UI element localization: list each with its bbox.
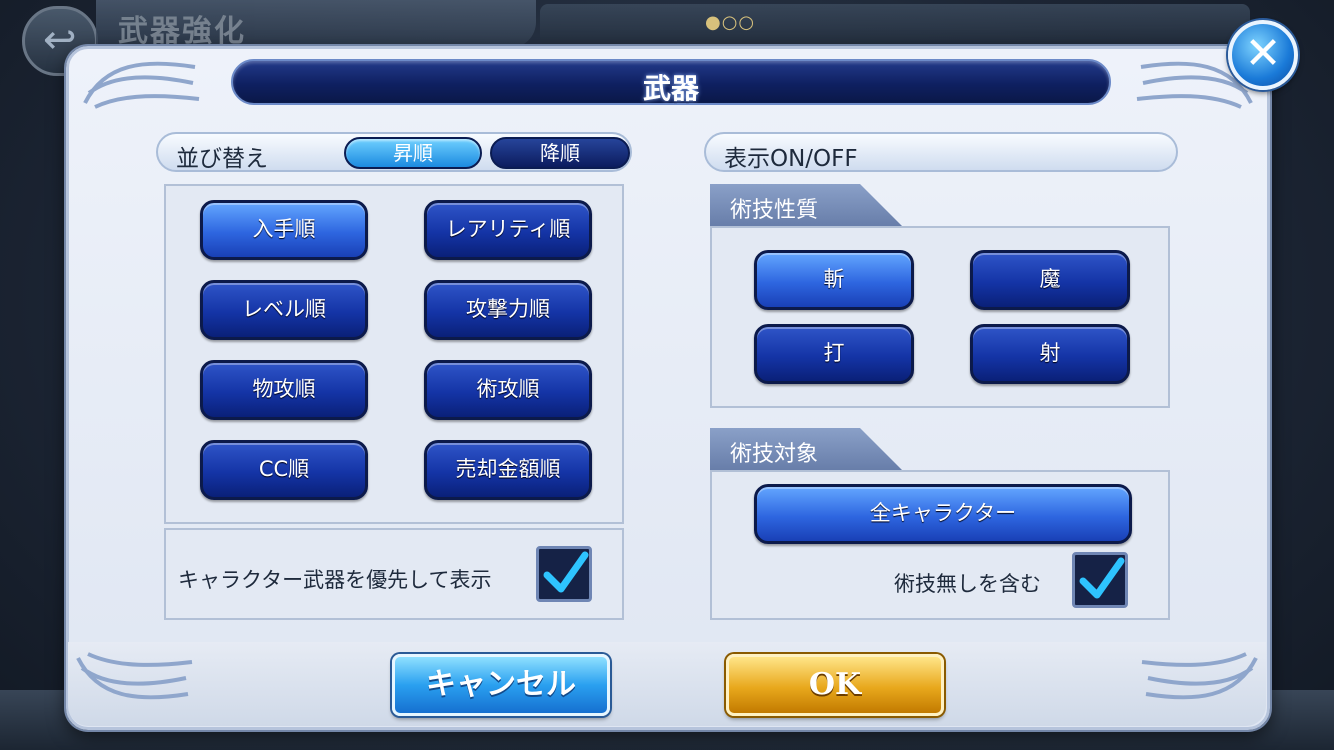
priority-checkbox[interactable] [536, 546, 592, 602]
sort-header-label: 並び替え [176, 146, 268, 172]
attribute-magic-button[interactable]: 魔 [970, 250, 1130, 310]
page-dots: ●○○ [705, 12, 756, 33]
sort-acquired-button[interactable]: 入手順 [200, 200, 368, 260]
resource-bar [540, 4, 1250, 46]
attribute-shoot-button[interactable]: 射 [970, 324, 1130, 384]
attribute-tab: 術技性質 [710, 184, 904, 228]
ornament-bottom-right [1136, 648, 1266, 708]
include-no-arte-label: 術技無しを含む [894, 572, 1041, 596]
close-icon: ✕ [1244, 28, 1282, 79]
target-panel: 全キャラクター 術技無しを含む [710, 470, 1170, 620]
dialog-footer: キャンセル OK [68, 642, 1266, 726]
dialog-title-bar: 武器 [231, 59, 1111, 105]
ornament-top-left [75, 53, 205, 113]
sort-attack-button[interactable]: 攻撃力順 [424, 280, 592, 340]
cancel-button[interactable]: キャンセル [392, 654, 610, 716]
priority-label: キャラクター武器を優先して表示 [178, 568, 492, 592]
display-header: 表示ON/OFF [704, 132, 1178, 172]
descending-button[interactable]: 降順 [490, 137, 630, 169]
all-characters-button[interactable]: 全キャラクター [754, 484, 1132, 544]
target-tab-label: 術技対象 [730, 442, 819, 467]
sort-options-panel: 入手順 レアリティ順 レベル順 攻撃力順 物攻順 術攻順 CC順 売却金額順 [164, 184, 624, 524]
attribute-tab-label: 術技性質 [730, 198, 819, 223]
sort-arte-attack-button[interactable]: 術攻順 [424, 360, 592, 420]
dialog-title: 武器 [642, 72, 699, 105]
dialog-content: 並び替え 昇順 降順 入手順 レアリティ順 レベル順 攻撃力順 物攻順 術攻順 … [68, 112, 1266, 642]
sort-physical-attack-button[interactable]: 物攻順 [200, 360, 368, 420]
screen-title-bar: 武器強化 [96, 0, 536, 49]
sort-header: 並び替え 昇順 降順 [156, 132, 632, 172]
include-no-arte-checkbox[interactable] [1072, 552, 1128, 608]
priority-panel: キャラクター武器を優先して表示 [164, 528, 624, 620]
sort-sell-price-button[interactable]: 売却金額順 [424, 440, 592, 500]
attribute-strike-button[interactable]: 打 [754, 324, 914, 384]
target-tab: 術技対象 [710, 428, 904, 472]
display-header-label: 表示ON/OFF [724, 146, 858, 172]
check-icon [543, 551, 589, 593]
sort-rarity-button[interactable]: レアリティ順 [424, 200, 592, 260]
sort-cc-button[interactable]: CC順 [200, 440, 368, 500]
attribute-panel: 斬 魔 打 射 [710, 226, 1170, 408]
ornament-bottom-left [68, 648, 198, 708]
ascending-button[interactable]: 昇順 [344, 137, 482, 169]
sort-level-button[interactable]: レベル順 [200, 280, 368, 340]
ok-button[interactable]: OK [726, 654, 944, 716]
attribute-slash-button[interactable]: 斬 [754, 250, 914, 310]
close-button[interactable]: ✕ [1228, 20, 1298, 90]
check-icon [1079, 557, 1125, 599]
screen-title: 武器強化 [118, 14, 246, 49]
